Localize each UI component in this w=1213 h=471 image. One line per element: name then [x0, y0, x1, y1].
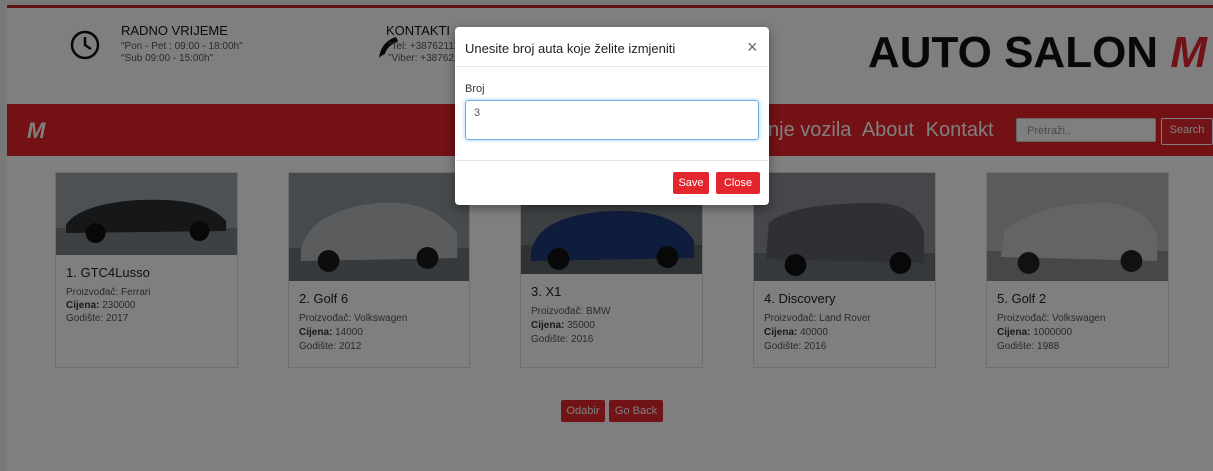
edit-car-modal: Unesite broj auta koje želite izmjeniti …: [455, 27, 769, 205]
number-field-label: Broj: [465, 83, 485, 95]
close-button[interactable]: Close: [716, 172, 760, 194]
divider: [455, 160, 769, 161]
save-button[interactable]: Save: [673, 172, 709, 194]
close-icon[interactable]: ×: [747, 37, 758, 58]
number-textarea[interactable]: 3: [465, 100, 759, 140]
modal-title: Unesite broj auta koje želite izmjeniti: [465, 41, 676, 56]
divider: [455, 66, 769, 67]
